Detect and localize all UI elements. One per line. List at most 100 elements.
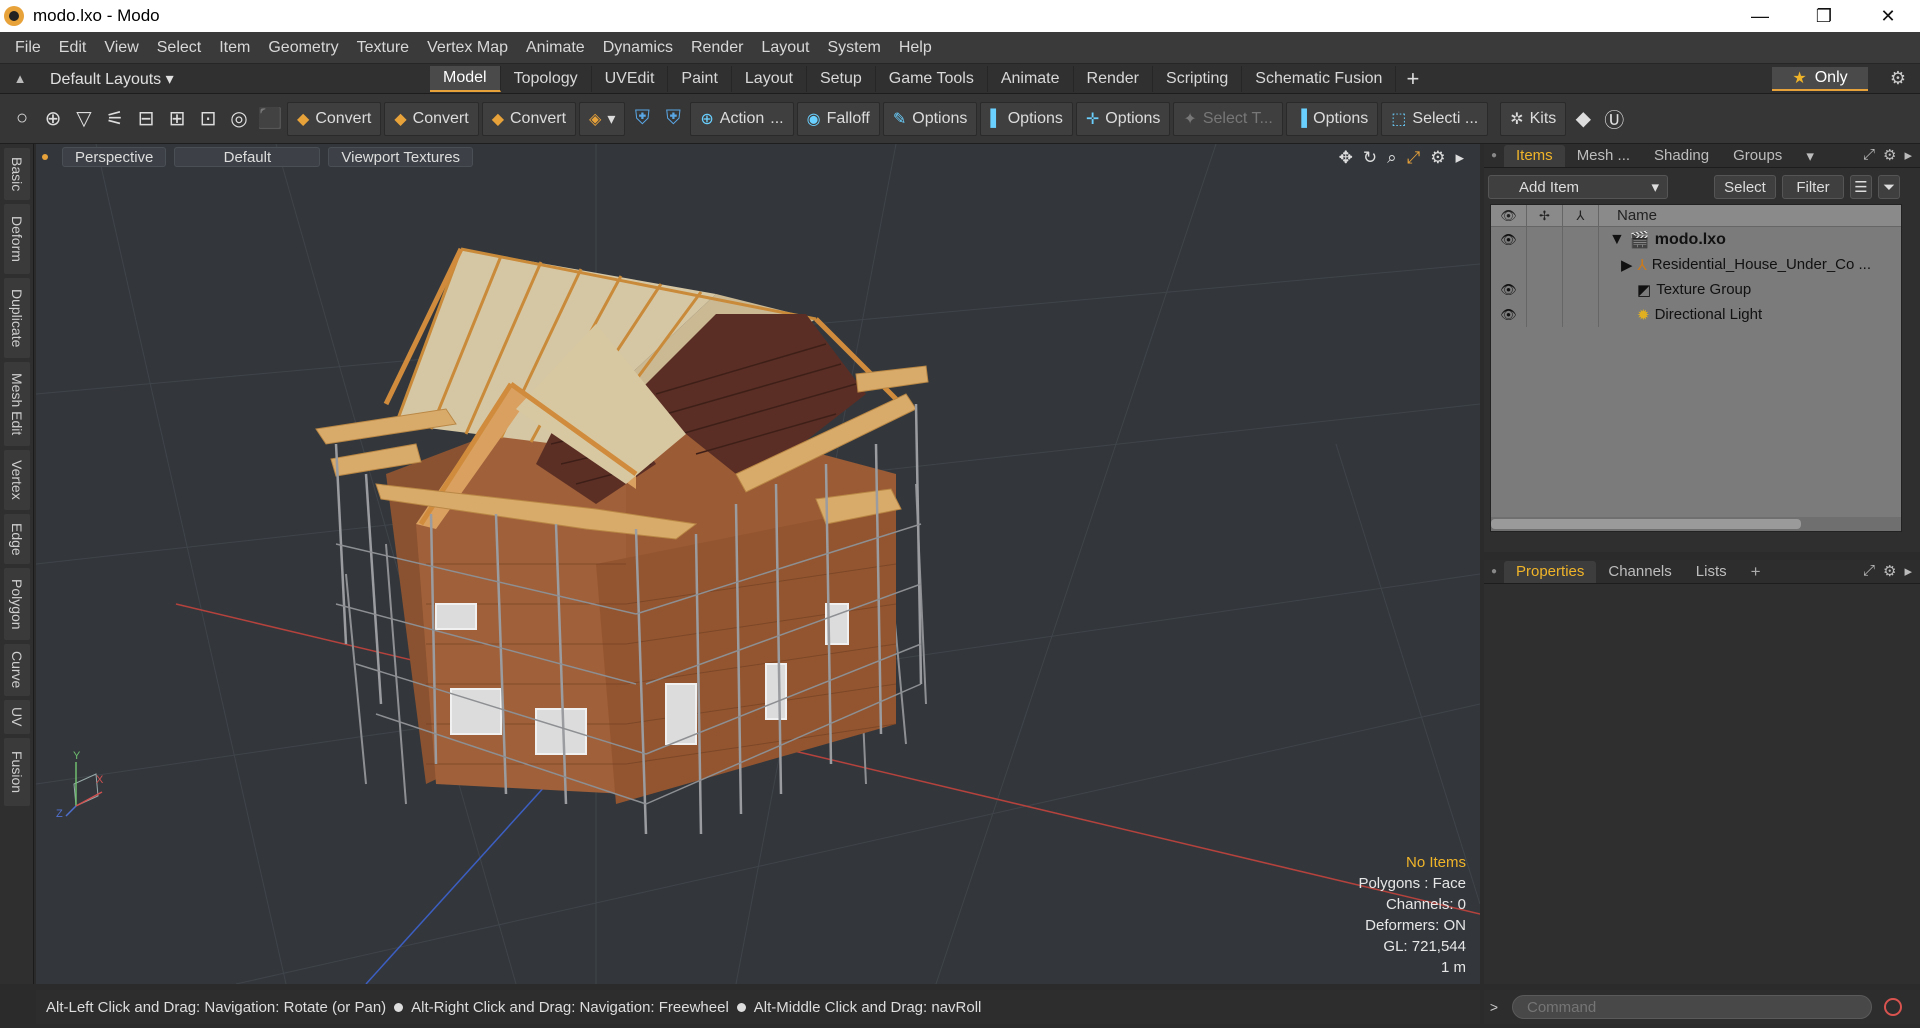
menu-edit[interactable]: Edit xyxy=(50,39,96,57)
tab-setup[interactable]: Setup xyxy=(807,65,876,92)
left-tab-basic[interactable]: Basic xyxy=(4,148,30,200)
visibility-eye-icon[interactable]: 👁 xyxy=(1491,302,1527,327)
item-row-scene[interactable]: 👁 ▼ 🎬 modo.lxo xyxy=(1491,227,1901,252)
tab-render[interactable]: Render xyxy=(1074,65,1154,92)
viewport-more-icon[interactable]: ▸ xyxy=(1455,148,1464,168)
add-layout-tab-button[interactable]: + xyxy=(1406,66,1419,92)
shield-icon[interactable]: ⛨ xyxy=(628,102,656,136)
scrollbar-thumb[interactable] xyxy=(1491,519,1801,529)
select-materials-icon[interactable]: ⊟ xyxy=(132,102,160,136)
tab-lists[interactable]: Lists xyxy=(1684,561,1739,583)
visibility-eye-icon[interactable]: 👁 xyxy=(1491,277,1527,302)
menu-animate[interactable]: Animate xyxy=(517,39,594,57)
select-polygons-icon[interactable]: ▽ xyxy=(70,102,98,136)
menu-render[interactable]: Render xyxy=(682,39,752,57)
expand-panel-icon[interactable]: ⤢ xyxy=(1863,562,1875,580)
lock-column-icon[interactable]: ✢ xyxy=(1527,204,1563,227)
menu-item[interactable]: Item xyxy=(210,39,259,57)
menu-file[interactable]: File xyxy=(6,39,50,57)
select-center-icon[interactable]: ⊡ xyxy=(194,102,222,136)
options-button-3[interactable]: ✛ Options xyxy=(1075,101,1171,136)
expand-arrow-icon[interactable]: ▼ xyxy=(1609,231,1625,249)
menu-dynamics[interactable]: Dynamics xyxy=(594,39,682,57)
menu-geometry[interactable]: Geometry xyxy=(259,39,347,57)
tab-channels[interactable]: Channels xyxy=(1596,561,1683,583)
tab-shading[interactable]: Shading xyxy=(1642,145,1721,167)
options-button-2[interactable]: ▌ Options xyxy=(980,101,1073,136)
select-vertices-icon[interactable]: ○ xyxy=(8,102,36,136)
panel-gear-icon[interactable]: ⚙ xyxy=(1883,562,1896,580)
tab-groups[interactable]: Groups xyxy=(1721,145,1794,167)
viewport-textures-dropdown[interactable]: Viewport Textures xyxy=(328,147,474,167)
left-tab-vertex[interactable]: Vertex xyxy=(4,450,30,510)
left-tab-uv[interactable]: UV xyxy=(4,700,30,734)
options-button-1[interactable]: ✎ Options xyxy=(882,101,978,136)
tab-model[interactable]: Model xyxy=(430,65,501,92)
perspective-dropdown[interactable]: Perspective xyxy=(62,147,167,167)
gear-icon[interactable]: ⚙ xyxy=(1890,68,1906,89)
visibility-eye-icon[interactable]: 👁 xyxy=(1491,227,1527,252)
funnel-icon[interactable]: ⏷ xyxy=(1878,175,1900,199)
tab-game-tools[interactable]: Game Tools xyxy=(876,65,988,92)
options-button-4[interactable]: ▐ Options xyxy=(1285,101,1379,136)
select-items-icon[interactable]: ⚟ xyxy=(101,102,129,136)
zoom-icon[interactable]: ⌕ xyxy=(1387,148,1397,168)
selection-sets-button[interactable]: ⬚ Selecti ... xyxy=(1381,101,1489,136)
left-tab-edge[interactable]: Edge xyxy=(4,514,30,564)
item-row-directional-light[interactable]: 👁 ✹ Directional Light xyxy=(1491,302,1901,327)
menu-help[interactable]: Help xyxy=(890,39,941,57)
left-tab-mesh-edit[interactable]: Mesh Edit xyxy=(4,362,30,446)
shield-lock-icon[interactable]: ⛨ xyxy=(659,102,687,136)
kits-button[interactable]: ✲ Kits xyxy=(1500,101,1567,136)
left-tab-deform[interactable]: Deform xyxy=(4,204,30,274)
select-button[interactable]: Select xyxy=(1714,175,1776,199)
panel-more-icon[interactable]: ▸ xyxy=(1904,562,1912,580)
symmetry-dropdown[interactable]: ◈ ▾ xyxy=(579,101,626,136)
tab-mesh[interactable]: Mesh ... xyxy=(1565,145,1642,167)
minimize-button[interactable]: — xyxy=(1728,0,1792,32)
panel-more-icon[interactable]: ▸ xyxy=(1904,146,1912,164)
list-options-icon[interactable]: ☰ xyxy=(1850,175,1872,199)
panel-gear-icon[interactable]: ⚙ xyxy=(1883,146,1896,164)
tab-properties[interactable]: Properties xyxy=(1504,560,1597,583)
layout-collapse-icon[interactable]: ▲ xyxy=(10,71,30,86)
record-macro-icon[interactable] xyxy=(1884,998,1902,1016)
select-edges-icon[interactable]: ⊕ xyxy=(39,102,67,136)
left-tab-polygon[interactable]: Polygon xyxy=(4,568,30,640)
3d-viewport[interactable]: Y X Z Perspective Default Viewport Textu… xyxy=(36,144,1480,984)
unity-icon[interactable]: ◆ xyxy=(1569,102,1597,136)
left-tab-fusion[interactable]: Fusion xyxy=(4,738,30,806)
add-item-dropdown[interactable]: Add Item ▾ xyxy=(1488,175,1668,199)
select-through-button[interactable]: ✦ Select T... xyxy=(1173,101,1283,136)
viewport-gear-icon[interactable]: ⚙ xyxy=(1430,148,1445,168)
tab-schematic-fusion[interactable]: Schematic Fusion xyxy=(1242,65,1397,92)
expand-panel-icon[interactable]: ⤢ xyxy=(1863,146,1875,164)
add-tab-button[interactable]: + xyxy=(1739,561,1773,583)
action-center-button[interactable]: ⊕ Action... xyxy=(690,101,794,136)
rotate-icon[interactable]: ↻ xyxy=(1363,148,1377,168)
viewport-menu-icon[interactable] xyxy=(42,154,48,160)
tab-items[interactable]: Items xyxy=(1504,144,1565,167)
tab-layout[interactable]: Layout xyxy=(732,65,807,92)
menu-select[interactable]: Select xyxy=(148,39,210,57)
tab-uvedit[interactable]: UVEdit xyxy=(592,65,669,92)
unreal-icon[interactable]: Ⓤ xyxy=(1600,102,1628,136)
left-tab-curve[interactable]: Curve xyxy=(4,644,30,696)
convert-button-3[interactable]: ◆ Convert xyxy=(481,101,577,136)
only-toggle-button[interactable]: ★ Only xyxy=(1772,67,1868,91)
default-layouts-dropdown[interactable]: Default Layouts ▾ xyxy=(50,69,430,89)
tab-topology[interactable]: Topology xyxy=(501,65,592,92)
select-falloff-icon[interactable]: ◎ xyxy=(225,102,253,136)
command-input[interactable] xyxy=(1512,995,1872,1019)
restore-button[interactable]: ❐ xyxy=(1792,0,1856,32)
mesh-cube-icon[interactable]: ⬛ xyxy=(256,102,284,136)
item-list-scrollbar[interactable] xyxy=(1491,517,1901,531)
expand-arrow-icon[interactable]: ▶ xyxy=(1621,256,1633,274)
menu-system[interactable]: System xyxy=(818,39,889,57)
shading-dropdown[interactable]: Default xyxy=(174,147,321,167)
visibility-column-icon[interactable]: 👁 xyxy=(1491,204,1527,227)
convert-button-1[interactable]: ◆ Convert xyxy=(287,101,382,136)
falloff-button[interactable]: ◉ Falloff xyxy=(796,101,880,136)
item-row-texture-group[interactable]: 👁 ◩ Texture Group xyxy=(1491,277,1901,302)
name-column-header[interactable]: Name xyxy=(1599,207,1657,224)
